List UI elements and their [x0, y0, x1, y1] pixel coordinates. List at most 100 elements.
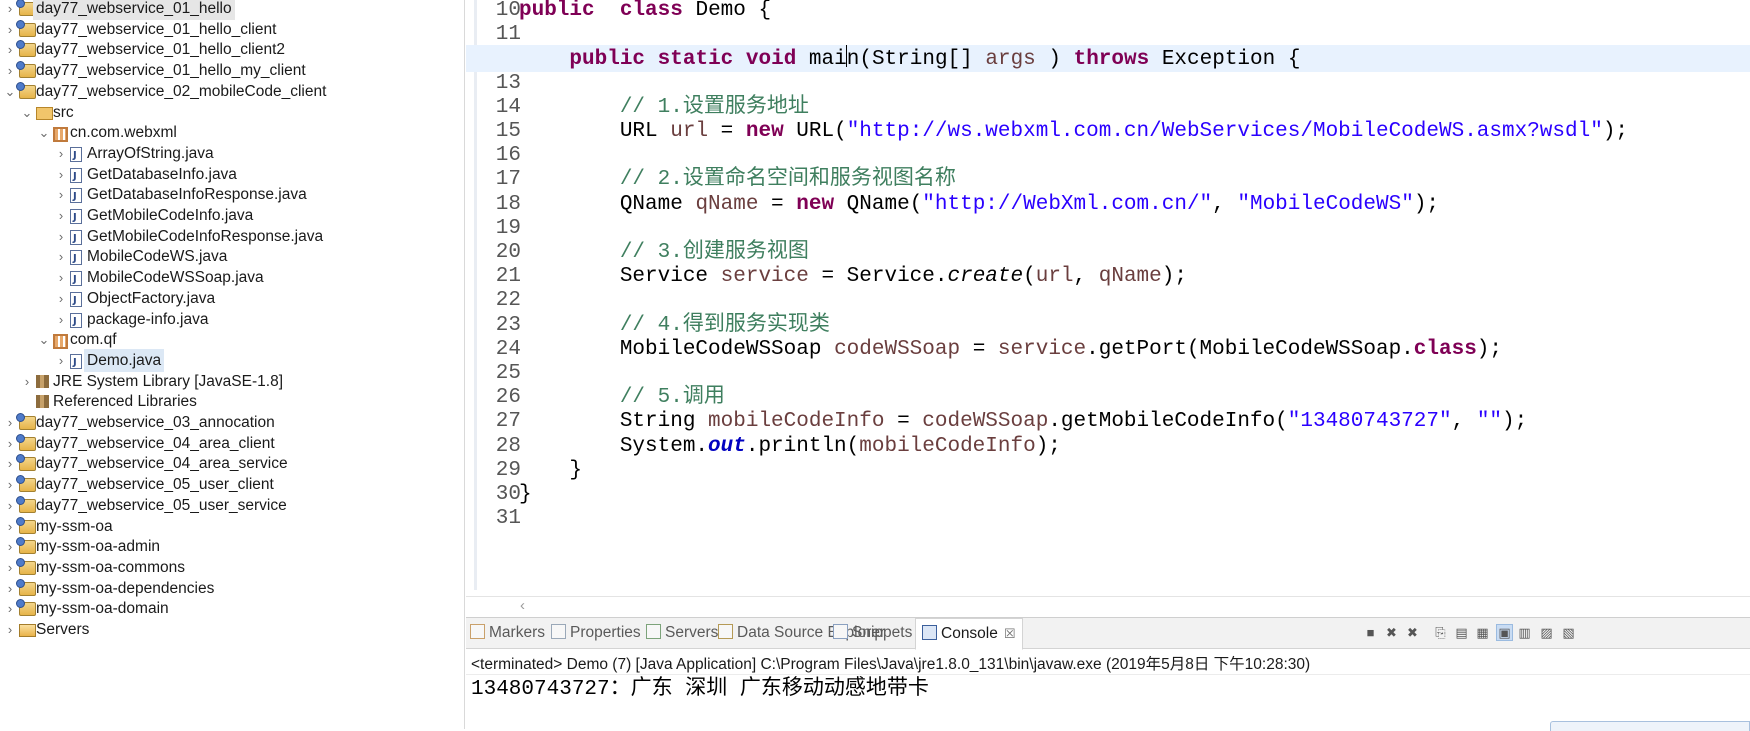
chevron-right-icon[interactable]: › — [55, 349, 67, 372]
chevron-right-icon[interactable]: › — [55, 245, 67, 268]
scroll-lock-icon[interactable]: ▤ — [1454, 625, 1469, 640]
tab-properties[interactable]: Properties — [551, 618, 641, 648]
chevron-right-icon[interactable]: › — [55, 142, 67, 165]
console-output[interactable]: 13480743727：广东 深圳 广东移动动感地带卡 — [471, 676, 929, 703]
line-number: 28 — [495, 434, 521, 458]
code-token: new — [745, 120, 784, 143]
code-line[interactable]: QName qName = new QName("http://WebXml.c… — [519, 191, 1439, 218]
line-number: 20 — [495, 241, 521, 264]
project-icon — [16, 557, 36, 575]
tree-item-label: my-ssm-oa-domain — [36, 600, 169, 618]
code-line[interactable]: // 3.创建服务视图 — [519, 239, 809, 266]
chevron-right-icon[interactable]: › — [4, 556, 16, 579]
new-console-view-icon[interactable]: ▧ — [1561, 625, 1576, 640]
chevron-right-icon[interactable]: › — [4, 432, 16, 455]
code-token: , — [1451, 410, 1477, 434]
remove-all-terminated-icon[interactable]: ✖ — [1405, 625, 1420, 640]
code-line[interactable]: } — [519, 457, 582, 484]
code-line[interactable]: // 2.设置命名空间和服务视图名称 — [519, 166, 956, 193]
tab-servers[interactable]: Servers — [646, 618, 718, 648]
chevron-right-icon[interactable]: › — [4, 618, 16, 641]
chevron-right-icon[interactable]: › — [4, 411, 16, 434]
chevron-down-icon[interactable]: ⌄ — [38, 328, 50, 351]
tab-console[interactable]: Console ☒ — [915, 618, 1023, 650]
chevron-right-icon[interactable]: › — [4, 473, 16, 496]
chevron-right-icon[interactable]: › — [55, 183, 67, 206]
code-line[interactable]: // 5.调用 — [519, 384, 725, 411]
servers-folder-icon — [19, 624, 36, 637]
tree-item-label: day77_webservice_05_user_client — [36, 476, 274, 494]
code-token: url — [1035, 265, 1074, 289]
code-token: n(String[] — [846, 48, 986, 72]
chevron-right-icon[interactable]: › — [55, 204, 67, 227]
code-token: "MobileCodeWS" — [1237, 192, 1414, 216]
chevron-right-icon[interactable]: › — [55, 287, 67, 310]
code-line[interactable]: Service service = Service.create(url, qN… — [519, 263, 1187, 290]
code-line[interactable]: URL url = new URL("http://ws.webxml.com.… — [519, 118, 1628, 145]
tree-item-label: com.qf — [70, 331, 117, 349]
tree-item-label: package-info.java — [87, 310, 209, 328]
code-token: service — [720, 265, 809, 289]
chevron-right-icon[interactable]: › — [4, 452, 16, 475]
chevron-down-icon[interactable]: ⌄ — [38, 121, 50, 144]
code-token: // 3.创建服务视图 — [619, 241, 809, 264]
chevron-right-icon[interactable]: › — [4, 515, 16, 538]
chevron-right-icon[interactable]: › — [4, 18, 16, 41]
display-selected-console-icon[interactable]: ▥ — [1517, 625, 1532, 640]
code-area[interactable]: public class Demo { public static void m… — [466, 0, 1750, 600]
chevron-right-icon[interactable]: › — [4, 38, 16, 61]
java-editor[interactable]: 101112⊖131415161718192021222324252627282… — [466, 0, 1750, 617]
code-token: = Service. — [808, 265, 948, 289]
chevron-right-icon[interactable]: › — [4, 494, 16, 517]
word-wrap-icon[interactable]: ▦ — [1475, 625, 1490, 640]
panel-tab-bar: Markers Properties Servers Data Source Expl… — [466, 618, 1750, 650]
code-token: static — [657, 48, 734, 72]
tab-snippets[interactable]: Snippets — [833, 618, 912, 648]
close-icon[interactable]: ☒ — [1004, 626, 1016, 641]
chevron-right-icon[interactable]: › — [55, 163, 67, 186]
chevron-right-icon[interactable]: › — [4, 535, 16, 558]
code-line[interactable]: MobileCodeWSSoap codeWSSoap = service.ge… — [519, 336, 1502, 363]
chevron-right-icon[interactable]: › — [55, 266, 67, 289]
chevron-right-icon[interactable]: › — [4, 597, 16, 620]
pin-console-icon[interactable]: ▣ — [1496, 624, 1513, 641]
line-number: 31 — [495, 507, 521, 531]
chevron-right-icon[interactable]: › — [21, 370, 33, 393]
library-icon — [36, 374, 49, 388]
console-status: <terminated> Demo (7) [Java Application]… — [471, 656, 1311, 673]
open-console-icon[interactable]: ▨ — [1539, 625, 1554, 640]
java-file-icon — [70, 206, 82, 229]
code-token: Demo { — [682, 0, 772, 22]
code-line[interactable]: public static void main(String[] args ) … — [466, 45, 1750, 73]
chevron-right-icon[interactable]: › — [4, 577, 16, 600]
code-line[interactable]: String mobileCodeInfo = codeWSSoap.getMo… — [519, 408, 1527, 435]
tab-markers[interactable]: Markers — [470, 618, 545, 648]
library-icon — [36, 395, 49, 409]
markers-icon — [470, 624, 485, 639]
clear-console-icon[interactable]: ⎘ — [1433, 625, 1448, 640]
terminate-icon[interactable]: ■ — [1363, 625, 1378, 640]
chevron-down-icon[interactable]: ⌄ — [21, 101, 33, 124]
chevron-right-icon[interactable]: › — [4, 59, 16, 82]
horizontal-scrollbar[interactable]: ‹ — [466, 596, 1750, 617]
code-line[interactable]: public class Demo { — [519, 0, 771, 24]
code-token: Service — [519, 265, 721, 289]
java-file-icon — [70, 227, 82, 250]
code-line[interactable]: System.out.println(mobileCodeInfo); — [519, 433, 1061, 460]
chevron-right-icon[interactable]: › — [55, 225, 67, 248]
console-scroll-thumb[interactable] — [1550, 721, 1750, 731]
code-line[interactable]: // 1.设置服务地址 — [519, 94, 809, 121]
code-line[interactable]: } — [519, 481, 532, 508]
tab-label: Snippets — [852, 624, 913, 641]
chevron-down-icon[interactable]: ⌄ — [4, 80, 16, 103]
tree-item-label: day77_webservice_04_area_service — [36, 455, 288, 473]
remove-launch-icon[interactable]: ✖ — [1384, 625, 1399, 640]
scroll-left-icon[interactable]: ‹ — [520, 597, 525, 614]
code-token: mobileCodeInfo — [708, 410, 885, 434]
pane-divider[interactable] — [464, 0, 465, 729]
code-line[interactable]: // 4.得到服务实现类 — [519, 312, 830, 339]
chevron-right-icon[interactable]: › — [55, 308, 67, 331]
